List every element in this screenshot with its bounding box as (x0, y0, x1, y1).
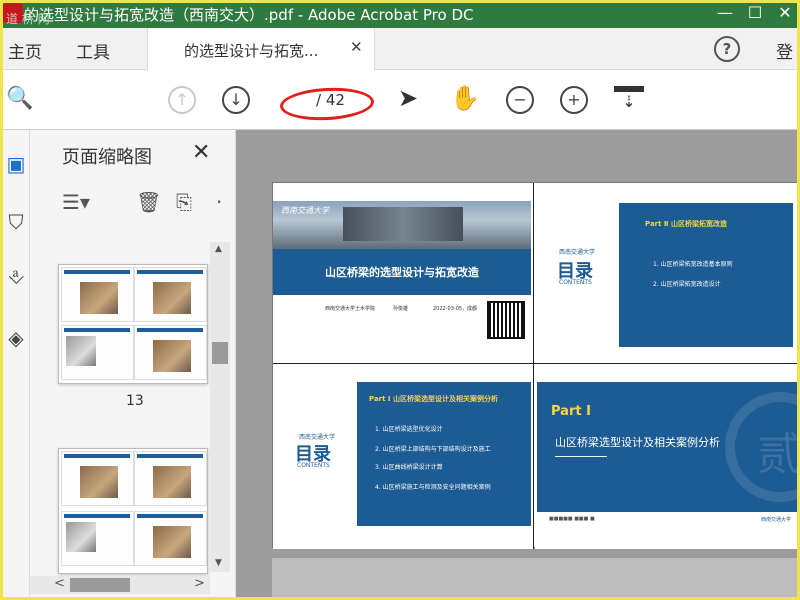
zoom-out-icon[interactable]: − (506, 86, 534, 114)
delete-page-icon[interactable]: 🗑 (136, 190, 161, 220)
insert-page-icon[interactable]: ⎘ (176, 190, 192, 220)
next-page-icon[interactable]: ↓ (222, 86, 250, 114)
tab-bar: 主页 工具 的选型设计与拓宽... ✕ ? 登 (0, 28, 800, 70)
page-thumbnails-icon[interactable]: ▣ (4, 152, 28, 178)
panel-close-icon[interactable]: ✕ (192, 140, 210, 165)
school-logo-text: 西南交通大学 (281, 206, 329, 215)
section-title: 山区桥梁选型设计及相关案例分析 (555, 436, 720, 449)
scroll-left-arrow[interactable]: < (54, 576, 65, 591)
scroll-down-arrow[interactable]: ▼ (215, 558, 222, 568)
contents-item: 2. 山区桥梁上部结构与下部结构设计及施工 (375, 446, 491, 453)
thumbnail-options-icon[interactable]: ☰▾ (62, 190, 90, 220)
slide-title: 西南交通大学 山区桥梁的选型设计与拓宽改造 西南交通大学土木学院 孙俊雄 202… (273, 201, 531, 343)
zoom-in-icon[interactable]: + (560, 86, 588, 114)
part-heading: Part Ⅱ 山区桥梁拓宽改造 (645, 220, 727, 228)
pdf-page: 西南交通大学 山区桥梁的选型设计与拓宽改造 西南交通大学土木学院 孙俊雄 202… (272, 182, 800, 549)
window-title: 的选型设计与拓宽改造（西南交大）.pdf - Adobe Acrobat Pro… (24, 6, 474, 24)
scroll-mode-icon[interactable]: ⇣ (614, 86, 644, 112)
footer-text: ■■■■■ ■■■ ■ (549, 516, 595, 522)
layers-icon[interactable]: ◈ (4, 326, 28, 352)
university-seal-watermark: 贰 (725, 392, 797, 502)
thumb-slide (134, 451, 207, 506)
scrollbar-thumb[interactable] (212, 342, 228, 364)
more-tools-icon[interactable]: · (216, 190, 222, 220)
organization-text: 西南交通大学土木学院 (325, 306, 376, 312)
slide-section-part1: 贰 Part Ⅰ 山区桥梁选型设计及相关案例分析 ■■■■■ ■■■ ■ 西南交… (535, 364, 800, 549)
campus-photo: 西南交通大学 (273, 201, 531, 249)
toolbar: 🔍 ↑ ↓ / 42 ➤ ✋ − + ⇣ (0, 70, 800, 130)
navigation-pane-icons: ▣ ⛉ ⎀ ◈ (0, 130, 30, 600)
date-text: 2022-03-05，成都 (433, 306, 478, 312)
thumb-slide (134, 267, 207, 322)
scrollbar-thumb[interactable] (70, 578, 130, 592)
thumbnail-horizontal-scrollbar[interactable]: < > (30, 576, 210, 594)
tab-document-label: 的选型设计与拓宽... (184, 42, 319, 60)
maximize-button[interactable]: ☐ (740, 0, 770, 28)
page-divider (533, 183, 534, 549)
title-bar: 的选型设计与拓宽改造（西南交大）.pdf - Adobe Acrobat Pro… (0, 0, 800, 28)
slide-contents-part2: 西南交通大学 目录 CONTENTS Part Ⅱ 山区桥梁拓宽改造 1. 山区… (535, 183, 800, 363)
thumb-slide (61, 325, 134, 380)
seal-character: 贰 (757, 429, 797, 480)
page-thumbnail-13[interactable] (58, 264, 208, 384)
thumbnail-vertical-scrollbar[interactable]: ▲ ▼ (210, 242, 230, 572)
title-underline (555, 456, 607, 457)
tab-tools[interactable]: 工具 (76, 38, 110, 63)
contents-item: 4. 山区桥梁施工与检测及安全问题相关案例 (375, 484, 491, 491)
bookmark-icon[interactable]: ⛉ (4, 210, 28, 236)
slide-contents-part1: 西南交通大学 目录 CONTENTS Part Ⅰ 山区桥梁选型设计及相关案例分… (273, 364, 533, 549)
page-thumbnail-14[interactable] (58, 448, 208, 574)
close-window-button[interactable]: ✕ (770, 0, 800, 28)
previous-page-icon[interactable]: ↑ (168, 86, 196, 114)
contents-item: 2. 山区桥梁拓宽改造设计 (653, 281, 721, 288)
panel-title: 页面缩略图 (62, 147, 152, 168)
page-thumbnails-panel: 页面缩略图 ✕ ☰▾ 🗑 ⎘ · 13 ▲ ▼ < > (30, 130, 236, 600)
section-banner: 贰 Part Ⅰ 山区桥梁选型设计及相关案例分析 (537, 382, 797, 512)
contents-panel: Part Ⅱ 山区桥梁拓宽改造 1. 山区桥梁拓宽改造基本原则 2. 山区桥梁拓… (619, 203, 793, 347)
scroll-right-arrow[interactable]: > (194, 576, 205, 591)
thumb-slide (61, 451, 134, 506)
contents-item: 1. 山区桥梁选型优化设计 (375, 426, 443, 433)
minimize-button[interactable]: — (710, 0, 740, 28)
thumb-slide (134, 325, 207, 380)
scroll-up-arrow[interactable]: ▲ (215, 244, 222, 254)
search-icon[interactable]: 🔍 (6, 86, 33, 111)
university-logo: 西南交通大学 (559, 249, 596, 256)
tab-close-icon[interactable]: ✕ (350, 38, 363, 56)
contents-item: 1. 山区桥梁拓宽改造基本原则 (653, 261, 733, 268)
title-banner: 山区桥梁的选型设计与拓宽改造 (273, 249, 531, 295)
select-tool-icon[interactable]: ➤ (398, 84, 418, 112)
contents-subheading: CONTENTS (297, 462, 330, 469)
thumb-slide (61, 511, 134, 566)
tab-document[interactable]: 的选型设计与拓宽... ✕ (147, 28, 375, 70)
thumbnail-page-number: 13 (126, 393, 144, 409)
footer-logo: 西南交通大学 (761, 517, 792, 523)
contents-panel: Part Ⅰ 山区桥梁选型设计及相关案例分析 1. 山区桥梁选型优化设计 2. … (357, 382, 531, 526)
thumb-slide (134, 511, 207, 566)
document-view[interactable]: 西南交通大学 山区桥梁的选型设计与拓宽改造 西南交通大学土木学院 孙俊雄 202… (236, 130, 800, 600)
contents-item: 3. 山区曲线桥梁设计计算 (375, 464, 443, 471)
qr-code (487, 301, 525, 339)
author-text: 孙俊雄 (393, 306, 409, 312)
tab-home[interactable]: 主页 (8, 38, 42, 63)
attachment-icon[interactable]: ⎀ (4, 264, 28, 290)
next-page-preview (272, 558, 800, 600)
sign-in-button[interactable]: 登 (776, 38, 793, 63)
part-label: Part Ⅰ (551, 404, 591, 419)
hand-tool-icon[interactable]: ✋ (450, 84, 480, 112)
slide-title-text: 山区桥梁的选型设计与拓宽改造 (325, 266, 479, 279)
contents-subheading: CONTENTS (559, 279, 592, 286)
help-icon[interactable]: ? (714, 36, 740, 62)
thumb-slide (61, 267, 134, 322)
watermark: 道 桥 网 (6, 12, 50, 26)
part-heading: Part Ⅰ 山区桥梁选型设计及相关案例分析 (369, 395, 498, 403)
